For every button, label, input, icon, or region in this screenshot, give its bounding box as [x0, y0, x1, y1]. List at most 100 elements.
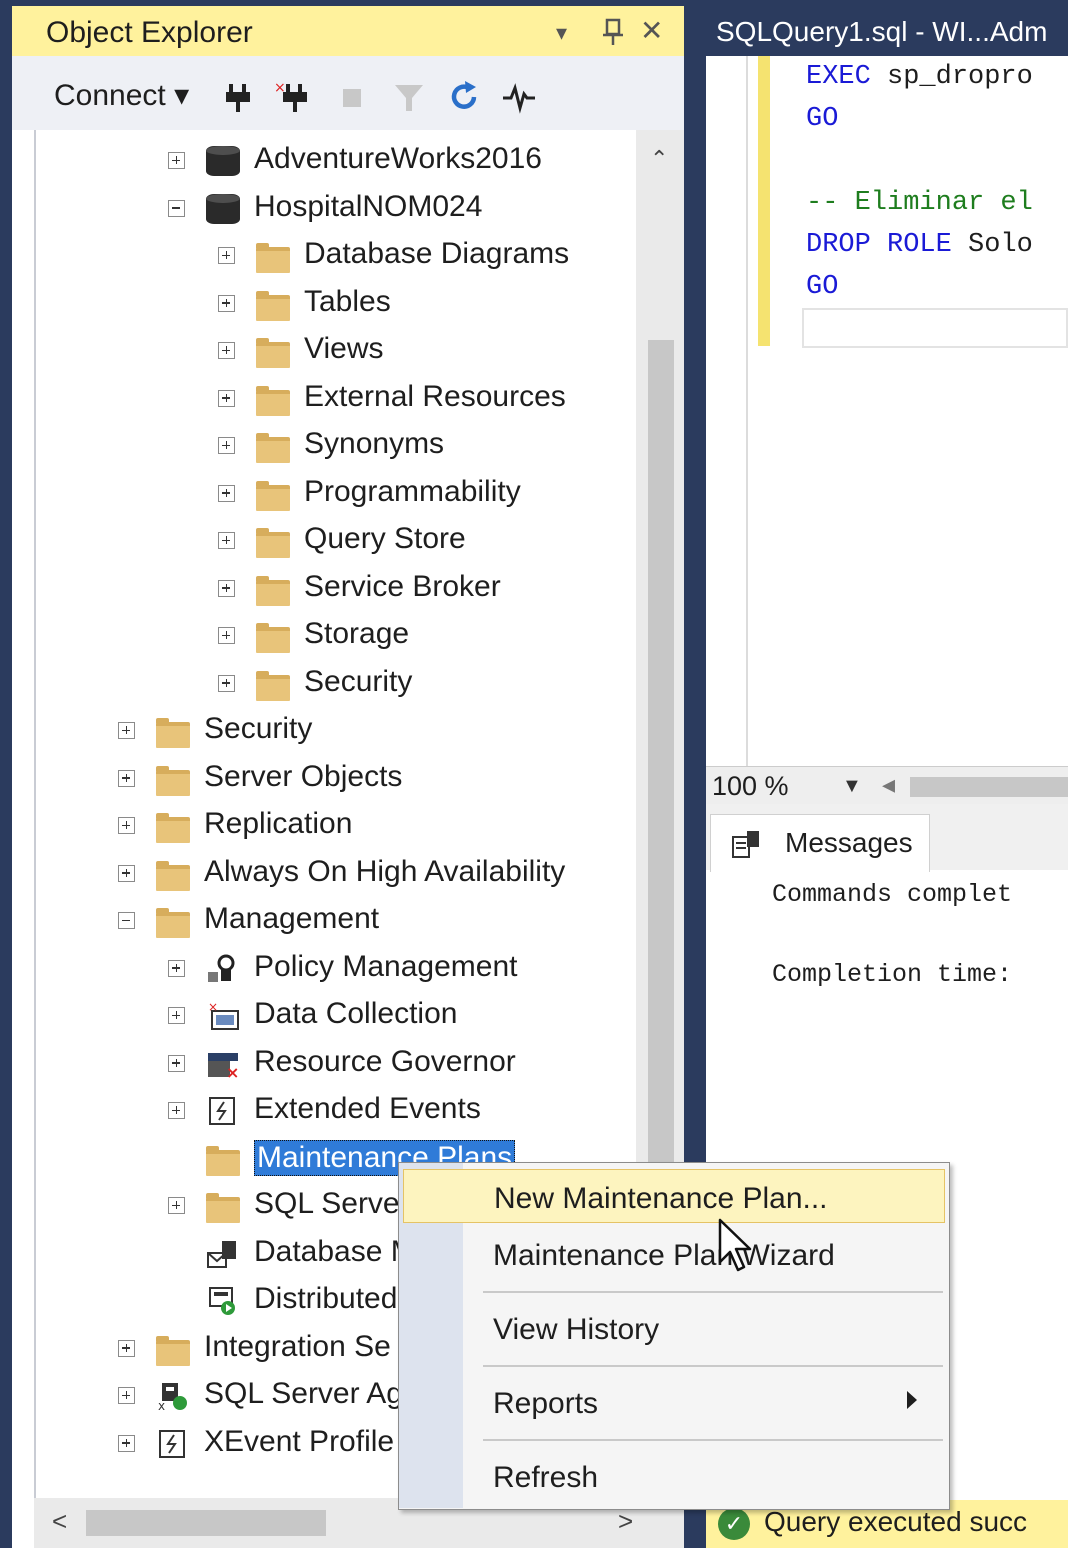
- tab-messages[interactable]: Messages: [710, 814, 930, 872]
- vertical-scroll-thumb[interactable]: [648, 340, 674, 1300]
- expand-icon[interactable]: [118, 722, 135, 739]
- database-icon: [206, 193, 240, 224]
- menu-item-view-history[interactable]: View History: [403, 1301, 945, 1355]
- menu-item-label: Maintenance Plan Wizard: [493, 1239, 835, 1272]
- expand-icon[interactable]: [118, 1434, 135, 1452]
- policy-icon: [208, 954, 235, 982]
- expand-icon[interactable]: [218, 532, 235, 549]
- tree-node[interactable]: External Resources: [36, 376, 636, 420]
- scroll-left-icon[interactable]: ◂: [882, 769, 895, 800]
- query-tab[interactable]: SQLQuery1.sql - WI...Adm: [706, 6, 1068, 56]
- code-keyword: GO: [806, 272, 839, 302]
- connect-plug-icon[interactable]: [222, 80, 256, 114]
- expand-icon[interactable]: [168, 1197, 185, 1214]
- tree-node[interactable]: × Data Collection: [36, 993, 636, 1037]
- tree-node[interactable]: Service Broker: [36, 566, 636, 610]
- menu-item-refresh[interactable]: Refresh: [403, 1449, 945, 1503]
- mouse-pointer-icon: [718, 1218, 752, 1272]
- expand-icon[interactable]: [118, 1339, 135, 1357]
- tree-node[interactable]: Security: [36, 708, 636, 752]
- expand-icon[interactable]: [218, 579, 235, 597]
- expand-icon[interactable]: [218, 437, 235, 454]
- expand-icon[interactable]: [118, 817, 135, 834]
- expand-icon[interactable]: [218, 627, 235, 644]
- pin-icon[interactable]: [602, 18, 624, 46]
- svg-text:x: x: [158, 1399, 165, 1411]
- code-editor[interactable]: EXEC sp_dropro GO -- Eliminar el DROP ROLE …: [706, 56, 1068, 766]
- tree-node-label: Security: [304, 664, 413, 698]
- expand-icon[interactable]: [168, 1007, 185, 1024]
- expand-icon[interactable]: [118, 864, 135, 882]
- expand-icon[interactable]: [118, 1387, 135, 1404]
- tree-node-label: Views: [304, 332, 384, 365]
- close-icon[interactable]: ✕: [640, 14, 663, 47]
- expand-icon[interactable]: [218, 342, 235, 359]
- collapse-icon[interactable]: [168, 199, 185, 217]
- distributed-icon: [209, 1287, 235, 1315]
- zoom-dropdown-icon[interactable]: ▼: [842, 775, 862, 798]
- change-indicator-bar: [758, 56, 770, 346]
- expand-icon[interactable]: [168, 1054, 185, 1072]
- activity-monitor-icon[interactable]: [502, 80, 536, 114]
- collapse-icon[interactable]: [118, 912, 135, 929]
- tree-node[interactable]: Database Diagrams: [36, 233, 636, 277]
- folder-icon: [256, 623, 290, 653]
- scroll-right-icon[interactable]: >: [618, 1506, 633, 1537]
- menu-item-reports[interactable]: Reports: [403, 1375, 945, 1429]
- expand-icon[interactable]: [218, 484, 235, 502]
- svg-text:×: ×: [226, 1063, 239, 1079]
- tree-node-label: HospitalNOM024: [254, 189, 483, 223]
- tree-node[interactable]: Programmability: [36, 471, 636, 515]
- filter-icon[interactable]: [392, 80, 426, 114]
- message-line-1: Commands complet: [772, 880, 1013, 909]
- disconnect-icon[interactable]: ×: [274, 80, 308, 114]
- tree-node[interactable]: Server Objects: [36, 756, 636, 800]
- menu-item-new-maintenance-plan[interactable]: New Maintenance Plan...: [403, 1169, 945, 1223]
- connect-button[interactable]: Connect ▾: [54, 78, 189, 113]
- tree-node-label: Extended Events: [254, 1092, 481, 1125]
- folder-icon: [256, 480, 290, 511]
- menu-item-maintenance-plan-wizard[interactable]: Maintenance Plan Wizard: [403, 1227, 945, 1281]
- expand-icon[interactable]: [168, 959, 185, 977]
- editor-horizontal-scroll-thumb[interactable]: [910, 777, 1068, 797]
- expand-icon[interactable]: [218, 674, 235, 692]
- zoom-level[interactable]: 100 %: [712, 771, 789, 802]
- tree-node[interactable]: Views: [36, 328, 636, 372]
- xevent-icon: [159, 1429, 185, 1458]
- expand-icon[interactable]: [168, 1102, 185, 1119]
- tree-node-label: AdventureWorks2016: [254, 142, 542, 175]
- messages-icon: [732, 831, 759, 858]
- expand-icon[interactable]: [218, 389, 235, 407]
- zoom-bar: 100 % ▼ ◂: [706, 766, 1068, 804]
- tree-node[interactable]: × Resource Governor: [36, 1041, 636, 1085]
- horizontal-scroll-thumb[interactable]: [86, 1510, 326, 1536]
- tree-node-label: XEvent Profile: [204, 1424, 395, 1458]
- window-position-dropdown-icon[interactable]: ▾: [556, 20, 567, 46]
- expand-icon[interactable]: [218, 247, 235, 264]
- tree-node[interactable]: Replication: [36, 803, 636, 847]
- refresh-icon[interactable]: [448, 80, 482, 114]
- code-keyword: DROP ROLE: [806, 230, 952, 260]
- tree-node[interactable]: HospitalNOM024: [36, 186, 636, 230]
- scroll-up-icon[interactable]: ⌃: [650, 146, 668, 172]
- tree-node[interactable]: Policy Management: [36, 946, 636, 990]
- tree-node[interactable]: Always On High Availability: [36, 851, 636, 895]
- expand-icon[interactable]: [118, 769, 135, 787]
- tree-node[interactable]: Query Store: [36, 518, 636, 562]
- tree-node[interactable]: AdventureWorks2016: [36, 138, 636, 182]
- tree-node[interactable]: Storage: [36, 613, 636, 657]
- tree-node[interactable]: Extended Events: [36, 1088, 636, 1132]
- message-line-2: Completion time:: [772, 960, 1013, 989]
- tree-node[interactable]: Tables: [36, 281, 636, 325]
- tree-node[interactable]: Security: [36, 661, 636, 705]
- code-keyword: EXEC: [806, 62, 871, 92]
- expand-icon[interactable]: [168, 152, 185, 169]
- stop-icon[interactable]: [336, 80, 370, 114]
- tree-node[interactable]: Management: [36, 898, 636, 942]
- tree-node-label: Tables: [304, 284, 391, 318]
- folder-icon: [206, 1193, 240, 1223]
- tree-node[interactable]: Synonyms: [36, 423, 636, 467]
- expand-icon[interactable]: [218, 294, 235, 312]
- scroll-left-icon[interactable]: <: [52, 1506, 67, 1537]
- results-tab-bar: Messages: [706, 804, 1068, 872]
